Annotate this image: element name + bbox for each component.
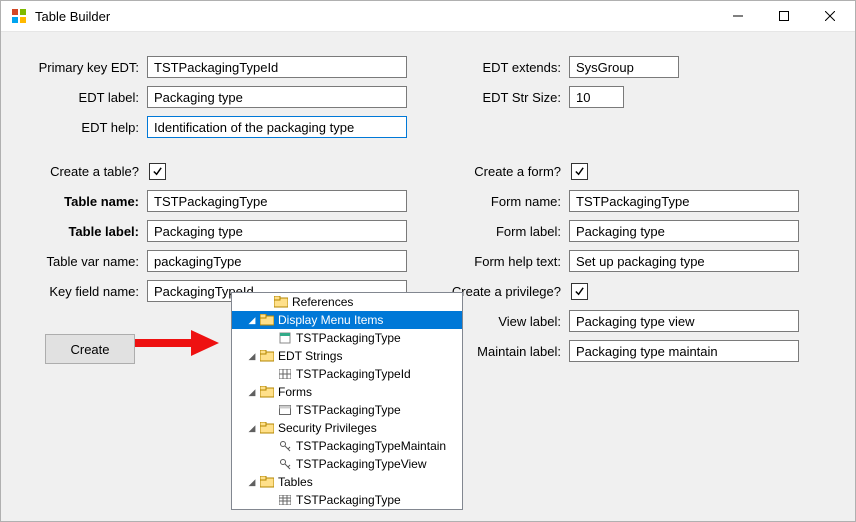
folder-open-icon xyxy=(259,313,275,327)
form-label-input[interactable] xyxy=(569,220,799,242)
edt-label-input[interactable] xyxy=(147,86,407,108)
right-column: EDT extends: EDT Str Size: Create a form… xyxy=(431,52,841,366)
tree-node-forms[interactable]: ◢Forms xyxy=(232,383,462,401)
folder-open-icon xyxy=(259,475,275,489)
titlebar: Table Builder xyxy=(1,1,855,32)
key-icon xyxy=(277,439,293,453)
window-title: Table Builder xyxy=(35,9,110,24)
tree-node-table-item[interactable]: TSTPackagingType xyxy=(232,491,462,509)
folder-open-icon xyxy=(259,421,275,435)
form-name-input[interactable] xyxy=(569,190,799,212)
create-table-checkbox[interactable] xyxy=(149,163,166,180)
primary-key-edt-input[interactable] xyxy=(147,56,407,78)
create-table-label: Create a table? xyxy=(9,164,147,179)
form-name-label: Form name: xyxy=(431,194,569,209)
app-icon xyxy=(11,8,27,24)
menu-item-icon xyxy=(277,331,293,345)
create-form-label: Create a form? xyxy=(431,164,569,179)
create-form-checkbox[interactable] xyxy=(571,163,588,180)
tree-node-form-item[interactable]: TSTPackagingType xyxy=(232,401,462,419)
form-icon xyxy=(277,403,293,417)
folder-open-icon xyxy=(259,349,275,363)
key-icon xyxy=(277,457,293,471)
table-var-label: Table var name: xyxy=(9,254,147,269)
form-help-label: Form help text: xyxy=(431,254,569,269)
window: Table Builder Primary key EDT: EDT label… xyxy=(0,0,856,522)
tree-node-edt-strings[interactable]: ◢EDT Strings xyxy=(232,347,462,365)
table-icon xyxy=(277,493,293,507)
edt-icon xyxy=(277,367,293,381)
form-help-input[interactable] xyxy=(569,250,799,272)
create-button[interactable]: Create xyxy=(45,334,135,364)
table-var-input[interactable] xyxy=(147,250,407,272)
tree-node-security-privileges[interactable]: ◢Security Privileges xyxy=(232,419,462,437)
tree-node-edt-item[interactable]: TSTPackagingTypeId xyxy=(232,365,462,383)
primary-key-edt-label: Primary key EDT: xyxy=(9,60,147,75)
maximize-button[interactable] xyxy=(761,1,807,31)
minimize-button[interactable] xyxy=(715,1,761,31)
tree-node-privilege-maintain[interactable]: TSTPackagingTypeMaintain xyxy=(232,437,462,455)
create-privilege-checkbox[interactable] xyxy=(571,283,588,300)
table-name-label: Table name: xyxy=(9,194,147,209)
form-label-label: Form label: xyxy=(431,224,569,239)
table-label-input[interactable] xyxy=(147,220,407,242)
edt-str-size-label: EDT Str Size: xyxy=(431,90,569,105)
key-field-label: Key field name: xyxy=(9,284,147,299)
project-tree[interactable]: References ◢Display Menu Items TSTPackag… xyxy=(231,292,463,510)
edt-label-label: EDT label: xyxy=(9,90,147,105)
client-area: Primary key EDT: EDT label: EDT help: Cr… xyxy=(1,32,855,521)
edt-extends-label: EDT extends: xyxy=(431,60,569,75)
edt-extends-input[interactable] xyxy=(569,56,679,78)
folder-open-icon xyxy=(259,385,275,399)
folder-icon xyxy=(273,295,289,309)
close-button[interactable] xyxy=(807,1,853,31)
tree-node-tables[interactable]: ◢Tables xyxy=(232,473,462,491)
tree-node-display-menu-items[interactable]: ◢Display Menu Items xyxy=(232,311,462,329)
tree-node-privilege-view[interactable]: TSTPackagingTypeView xyxy=(232,455,462,473)
edt-str-size-input[interactable] xyxy=(569,86,624,108)
edt-help-input[interactable] xyxy=(147,116,407,138)
table-label-label: Table label: xyxy=(9,224,147,239)
arrow-icon xyxy=(131,328,221,358)
view-label-input[interactable] xyxy=(569,310,799,332)
maintain-label-input[interactable] xyxy=(569,340,799,362)
tree-node-menu-item[interactable]: TSTPackagingType xyxy=(232,329,462,347)
tree-node-references[interactable]: References xyxy=(232,293,462,311)
table-name-input[interactable] xyxy=(147,190,407,212)
edt-help-label: EDT help: xyxy=(9,120,147,135)
